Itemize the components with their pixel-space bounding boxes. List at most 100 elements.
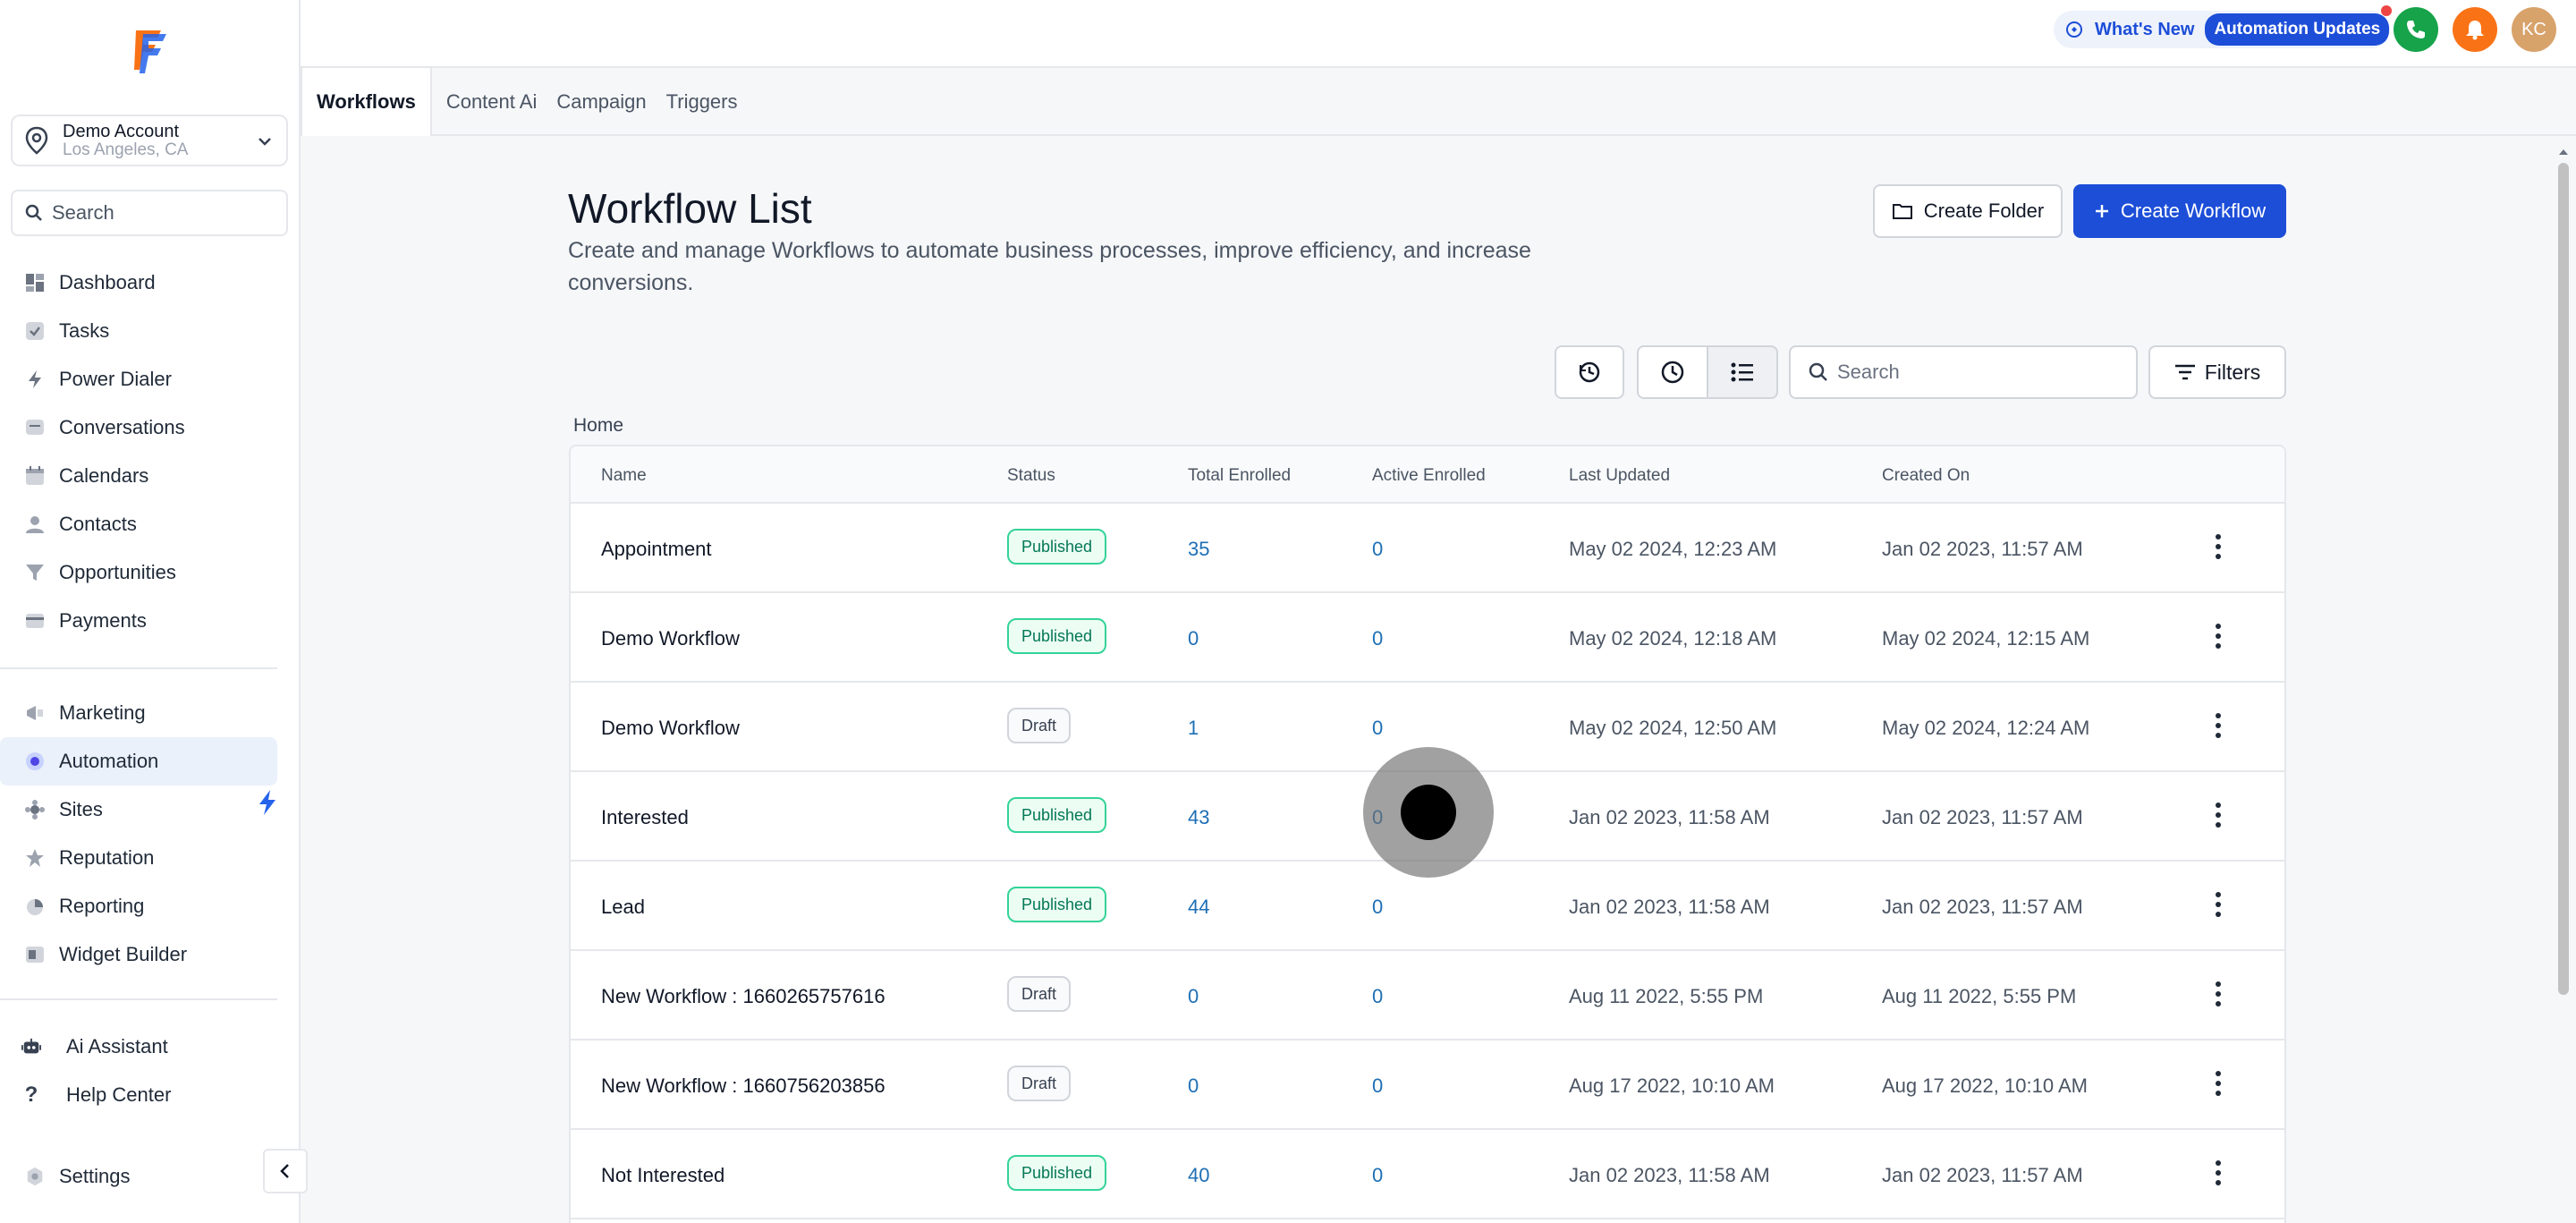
- create-workflow-button[interactable]: Create Workflow: [2073, 184, 2286, 238]
- history-button[interactable]: [1555, 345, 1624, 399]
- notifications-button[interactable]: [2453, 7, 2497, 52]
- cell-active-enrolled[interactable]: 0: [1372, 1074, 1383, 1098]
- more-options-icon[interactable]: [2213, 713, 2224, 740]
- recent-view-button[interactable]: [1637, 345, 1708, 399]
- sidebar-item-payments[interactable]: Payments: [0, 597, 277, 645]
- cell-name[interactable]: New Workflow : 1660265757616: [601, 985, 886, 1008]
- cell-total-enrolled[interactable]: 35: [1188, 538, 1209, 561]
- column-header-created-on[interactable]: Created On: [1882, 466, 1970, 486]
- whats-new-pill[interactable]: What's New Automation Updates: [2054, 11, 2390, 48]
- sidebar-item-power-dialer[interactable]: Power Dialer: [0, 355, 277, 403]
- chevron-left-icon: [280, 1164, 289, 1178]
- sidebar-item-calendars[interactable]: Calendars: [0, 452, 277, 500]
- more-options-icon[interactable]: [2213, 624, 2224, 650]
- more-options-icon[interactable]: [2213, 1160, 2224, 1187]
- filters-button[interactable]: Filters: [2148, 345, 2286, 399]
- list-view-button[interactable]: [1707, 345, 1778, 399]
- cell-active-enrolled[interactable]: 0: [1372, 1164, 1383, 1187]
- sidebar-item-tasks[interactable]: Tasks: [0, 307, 277, 355]
- sidebar-item-conversations[interactable]: Conversations: [0, 403, 277, 452]
- cell-name[interactable]: Demo Workflow: [601, 627, 740, 650]
- status-badge: Draft: [1007, 708, 1072, 743]
- sidebar-divider: [0, 667, 277, 669]
- column-header-active-enrolled[interactable]: Active Enrolled: [1372, 466, 1486, 486]
- status-badge: Draft: [1007, 1066, 1072, 1101]
- column-header-last-updated[interactable]: Last Updated: [1569, 466, 1670, 486]
- more-options-icon[interactable]: [2213, 892, 2224, 919]
- cell-total-enrolled[interactable]: 0: [1188, 985, 1199, 1008]
- column-header-total-enrolled[interactable]: Total Enrolled: [1188, 466, 1291, 486]
- question-icon: ?: [24, 1083, 38, 1107]
- cell-total-enrolled[interactable]: 43: [1188, 806, 1209, 829]
- collapse-sidebar-button[interactable]: [263, 1149, 308, 1193]
- more-options-icon[interactable]: [2213, 534, 2224, 561]
- sidebar: Demo Account Los Angeles, CA Search Dash…: [0, 0, 308, 1223]
- automation-updates-button[interactable]: Automation Updates: [2205, 13, 2390, 46]
- sidebar-search[interactable]: Search: [11, 190, 288, 236]
- megaphone-icon: [2066, 21, 2082, 38]
- sidebar-item-reporting[interactable]: Reporting: [0, 882, 277, 930]
- sidebar-item-label: Power Dialer: [59, 368, 172, 390]
- column-header-status[interactable]: Status: [1007, 466, 1055, 486]
- cell-last-updated: May 02 2024, 12:23 AM: [1569, 538, 1777, 560]
- phone-button[interactable]: [2394, 7, 2438, 52]
- breadcrumb[interactable]: Home: [573, 415, 623, 437]
- cell-active-enrolled[interactable]: 0: [1372, 538, 1383, 561]
- logo-icon[interactable]: [131, 25, 168, 73]
- column-header-name[interactable]: Name: [601, 466, 647, 486]
- tab-campaign[interactable]: Campaign: [551, 68, 660, 136]
- tab-content-ai[interactable]: Content Ai: [432, 68, 552, 136]
- sidebar-item-settings[interactable]: Settings: [0, 1152, 277, 1201]
- cell-total-enrolled[interactable]: 40: [1188, 1164, 1209, 1187]
- tab-triggers[interactable]: Triggers: [661, 68, 752, 136]
- widget-builder-icon: [25, 945, 45, 964]
- table-row[interactable]: Demo Workflow Published 0 0 May 02 2024, 12:…: [571, 593, 2284, 683]
- tab-workflows[interactable]: Workflows: [301, 68, 432, 136]
- cell-active-enrolled[interactable]: 0: [1372, 717, 1383, 740]
- sidebar-item-automation[interactable]: Automation: [0, 737, 277, 786]
- sidebar-item-dashboard[interactable]: Dashboard: [0, 259, 277, 307]
- cell-name[interactable]: Not Interested: [601, 1164, 724, 1187]
- cell-total-enrolled[interactable]: 0: [1188, 1074, 1199, 1098]
- sites-icon: [25, 800, 45, 820]
- cell-name[interactable]: Interested: [601, 806, 689, 829]
- cell-total-enrolled[interactable]: 0: [1188, 627, 1199, 650]
- sidebar-item-reputation[interactable]: Reputation: [0, 834, 277, 882]
- cell-name[interactable]: Appointment: [601, 538, 712, 561]
- lightning-bolt-icon[interactable]: [256, 789, 279, 816]
- cell-active-enrolled[interactable]: 0: [1372, 627, 1383, 650]
- cell-created-on: Jan 02 2023, 11:57 AM: [1882, 806, 2083, 828]
- phone-icon: [2407, 21, 2425, 38]
- more-options-icon[interactable]: [2213, 981, 2224, 1008]
- scroll-up-arrow-icon[interactable]: [2555, 145, 2572, 159]
- sidebar-item-sites[interactable]: Sites: [0, 786, 277, 834]
- sidebar-item-contacts[interactable]: Contacts: [0, 500, 277, 548]
- cell-total-enrolled[interactable]: 1: [1188, 717, 1199, 740]
- whats-new-link[interactable]: What's New: [2095, 20, 2194, 40]
- more-options-icon[interactable]: [2213, 1071, 2224, 1098]
- cell-name[interactable]: New Workflow : 1660756203856: [601, 1074, 886, 1098]
- table-row[interactable]: Appointment Published 35 0 May 02 2024, 12:2…: [571, 504, 2284, 593]
- status-badge: Draft: [1007, 976, 1072, 1012]
- avatar[interactable]: KC: [2512, 7, 2556, 52]
- cell-active-enrolled[interactable]: 0: [1372, 985, 1383, 1008]
- table-row[interactable]: New Workflow : 1660756203856 Draft 0 0 Aug 1…: [571, 1040, 2284, 1130]
- more-options-icon[interactable]: [2213, 803, 2224, 829]
- sidebar-item-widget-builder[interactable]: Widget Builder: [0, 930, 277, 979]
- cell-active-enrolled[interactable]: 0: [1372, 896, 1383, 919]
- workflow-search-input[interactable]: Search: [1789, 345, 2138, 399]
- account-switcher[interactable]: Demo Account Los Angeles, CA: [11, 115, 288, 166]
- create-folder-button[interactable]: Create Folder: [1873, 184, 2063, 238]
- sidebar-item-ai-assistant[interactable]: Ai Assistant: [0, 1023, 277, 1071]
- contacts-icon: [25, 514, 45, 534]
- table-row[interactable]: New Workflow : 1660265757616 Draft 0 0 Aug 1…: [571, 951, 2284, 1040]
- cell-name[interactable]: Demo Workflow: [601, 717, 740, 740]
- sidebar-item-marketing[interactable]: Marketing: [0, 689, 277, 737]
- scrollbar-thumb[interactable]: [2558, 163, 2569, 995]
- folder-icon: [1892, 204, 1912, 219]
- cell-name[interactable]: Lead: [601, 896, 645, 919]
- sidebar-item-help-center[interactable]: ? Help Center: [0, 1071, 277, 1119]
- sidebar-item-opportunities[interactable]: Opportunities: [0, 548, 277, 597]
- table-row[interactable]: Not Interested Published 40 0 Jan 02 2023, 1…: [571, 1130, 2284, 1219]
- cell-total-enrolled[interactable]: 44: [1188, 896, 1209, 919]
